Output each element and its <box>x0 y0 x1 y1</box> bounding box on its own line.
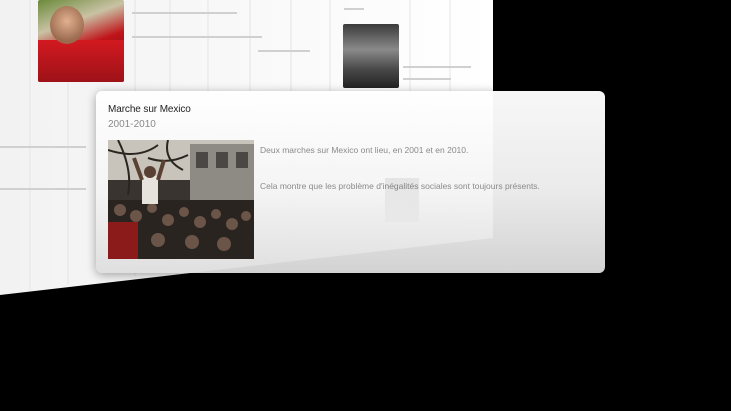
portrait-photo-icon[interactable] <box>38 0 124 82</box>
card-period: 2001-2010 <box>108 119 156 130</box>
crowd-photo-icon[interactable] <box>343 24 399 88</box>
card-description: Deux marches sur Mexico ont lieu, en 200… <box>260 144 590 216</box>
protest-crowd-photo-icon <box>108 140 254 259</box>
card-title: Marche sur Mexico <box>108 104 191 115</box>
card-paragraph-1: Deux marches sur Mexico ont lieu, en 200… <box>260 145 469 155</box>
event-detail-card: Marche sur Mexico 2001-2010 Deux marches… <box>96 91 605 273</box>
card-paragraph-2: Cela montre que les problème d'inégalité… <box>260 181 540 191</box>
background-image-ghost <box>385 178 419 222</box>
